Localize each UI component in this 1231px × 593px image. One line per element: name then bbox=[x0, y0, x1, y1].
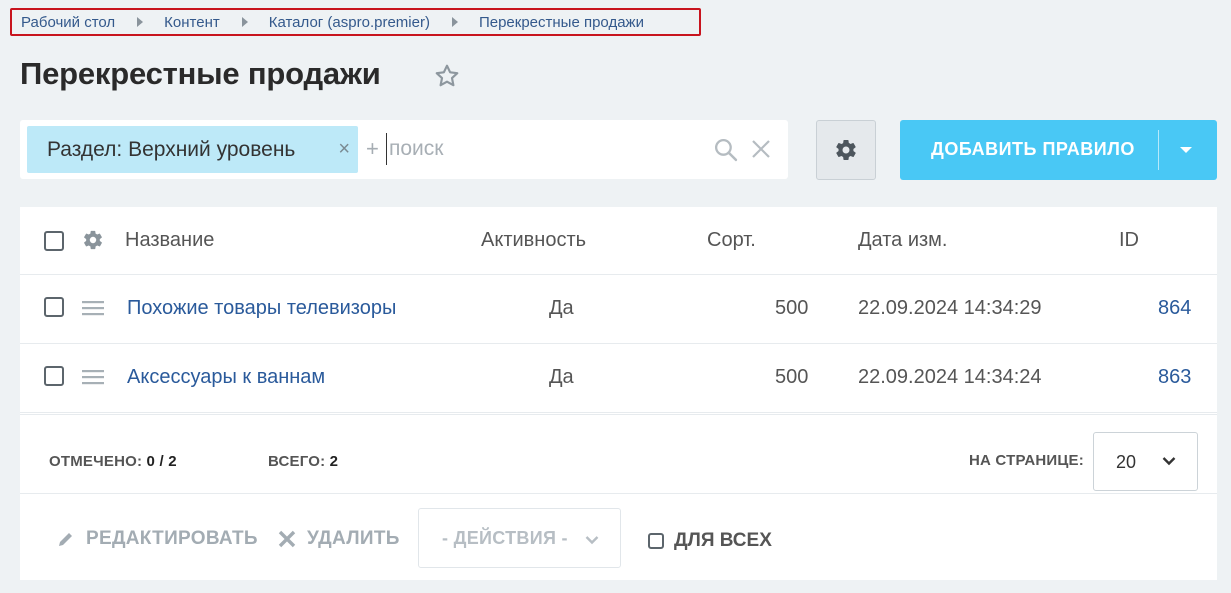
total-label: ВСЕГО: bbox=[268, 453, 326, 470]
table-row[interactable]: Аксессуары к ваннам Да 500 22.09.2024 14… bbox=[20, 344, 1217, 413]
plus-icon: + bbox=[366, 136, 379, 161]
drag-handle-icon[interactable] bbox=[82, 300, 104, 316]
gear-icon bbox=[836, 140, 856, 161]
actions-select[interactable]: - ДЕЙСТВИЯ - bbox=[418, 508, 621, 568]
row-id-link[interactable]: 864 bbox=[1158, 297, 1191, 320]
table-row[interactable]: Похожие товары телевизоры Да 500 22.09.2… bbox=[20, 275, 1217, 344]
actions-select-label: - ДЕЙСТВИЯ - bbox=[442, 528, 568, 548]
row-sort: 500 bbox=[775, 366, 809, 388]
select-all-checkbox[interactable] bbox=[44, 231, 64, 251]
search-input[interactable] bbox=[386, 133, 686, 165]
pencil-icon bbox=[59, 533, 72, 546]
button-divider bbox=[1158, 130, 1159, 170]
row-active: Да bbox=[549, 366, 574, 388]
gear-icon[interactable] bbox=[82, 229, 104, 251]
chevron-down-icon bbox=[585, 536, 599, 545]
row-sort: 500 bbox=[775, 297, 809, 319]
action-bar: РЕДАКТИРОВАТЬ УДАЛИТЬ - ДЕЙСТВИЯ - ДЛЯ В… bbox=[20, 494, 1217, 580]
row-name-link[interactable]: Похожие товары телевизоры bbox=[127, 297, 396, 320]
row-date: 22.09.2024 14:34:24 bbox=[858, 366, 1042, 388]
page-title: Перекрестные продажи bbox=[20, 56, 381, 91]
close-icon bbox=[278, 530, 296, 548]
breadcrumb-item-cross-sales[interactable]: Перекрестные продажи bbox=[479, 14, 644, 31]
table-footer: ОТМЕЧЕНО: 0 / 2 ВСЕГО: 2 НА СТРАНИЦЕ: 20 bbox=[20, 414, 1217, 494]
selected-count: ОТМЕЧЕНО: 0 / 2 bbox=[49, 453, 177, 470]
breadcrumb: Рабочий стол Контент Каталог (aspro.prem… bbox=[10, 8, 701, 36]
breadcrumb-separator-icon bbox=[137, 17, 144, 27]
add-rule-label: ДОБАВИТЬ ПРАВИЛО bbox=[931, 139, 1135, 159]
settings-button[interactable] bbox=[816, 120, 876, 180]
selected-value: 0 / 2 bbox=[146, 453, 177, 470]
column-header-id[interactable]: ID bbox=[1119, 229, 1139, 252]
edit-label: РЕДАКТИРОВАТЬ bbox=[86, 528, 258, 549]
per-page-value: 20 bbox=[1116, 452, 1137, 472]
total-count: ВСЕГО: 2 bbox=[268, 453, 338, 470]
column-header-sort[interactable]: Сорт. bbox=[707, 229, 756, 252]
add-rule-button[interactable]: ДОБАВИТЬ ПРАВИЛО bbox=[900, 120, 1217, 180]
search-icon[interactable] bbox=[713, 137, 738, 162]
clear-icon[interactable] bbox=[751, 139, 771, 159]
for-all-label: ДЛЯ ВСЕХ bbox=[674, 530, 772, 551]
selected-label: ОТМЕЧЕНО: bbox=[49, 453, 143, 470]
edit-button[interactable]: РЕДАКТИРОВАТЬ bbox=[57, 528, 258, 550]
rules-table: Название Активность Сорт. Дата изм. ID П… bbox=[20, 207, 1217, 580]
delete-button[interactable]: УДАЛИТЬ bbox=[278, 528, 400, 550]
row-checkbox[interactable] bbox=[44, 297, 64, 317]
for-all-toggle[interactable]: ДЛЯ ВСЕХ bbox=[648, 530, 772, 552]
breadcrumb-item-catalog[interactable]: Каталог (aspro.premier) bbox=[269, 14, 430, 31]
total-value: 2 bbox=[329, 453, 339, 470]
per-page-label: НА СТРАНИЦЕ: bbox=[969, 452, 1084, 469]
row-name-link[interactable]: Аксессуары к ваннам bbox=[127, 366, 325, 389]
breadcrumb-separator-icon bbox=[451, 17, 458, 27]
per-page-select[interactable]: 20 bbox=[1093, 432, 1198, 491]
filter-chip-section[interactable]: Раздел: Верхний уровень × bbox=[27, 126, 358, 173]
row-checkbox[interactable] bbox=[44, 366, 64, 386]
drag-handle-icon[interactable] bbox=[82, 369, 104, 385]
column-header-active[interactable]: Активность bbox=[481, 229, 586, 252]
column-header-name[interactable]: Название bbox=[125, 229, 214, 252]
star-icon[interactable] bbox=[434, 63, 460, 89]
table-header: Название Активность Сорт. Дата изм. ID bbox=[20, 207, 1217, 275]
breadcrumb-separator-icon bbox=[241, 17, 248, 27]
row-active: Да bbox=[549, 297, 574, 319]
filter-bar: Раздел: Верхний уровень × + bbox=[20, 120, 788, 179]
row-id-link[interactable]: 863 bbox=[1158, 366, 1191, 389]
row-date: 22.09.2024 14:34:29 bbox=[858, 297, 1042, 319]
column-header-date[interactable]: Дата изм. bbox=[858, 229, 948, 252]
delete-label: УДАЛИТЬ bbox=[307, 528, 400, 549]
for-all-checkbox[interactable] bbox=[648, 533, 664, 549]
breadcrumb-item-desktop[interactable]: Рабочий стол bbox=[21, 14, 115, 31]
chevron-down-icon bbox=[1162, 457, 1176, 466]
filter-chip-label: Раздел: Верхний уровень bbox=[47, 137, 296, 161]
breadcrumb-item-content[interactable]: Контент bbox=[164, 14, 220, 31]
close-icon[interactable]: × bbox=[338, 138, 350, 160]
caret-down-icon[interactable] bbox=[1180, 147, 1192, 153]
